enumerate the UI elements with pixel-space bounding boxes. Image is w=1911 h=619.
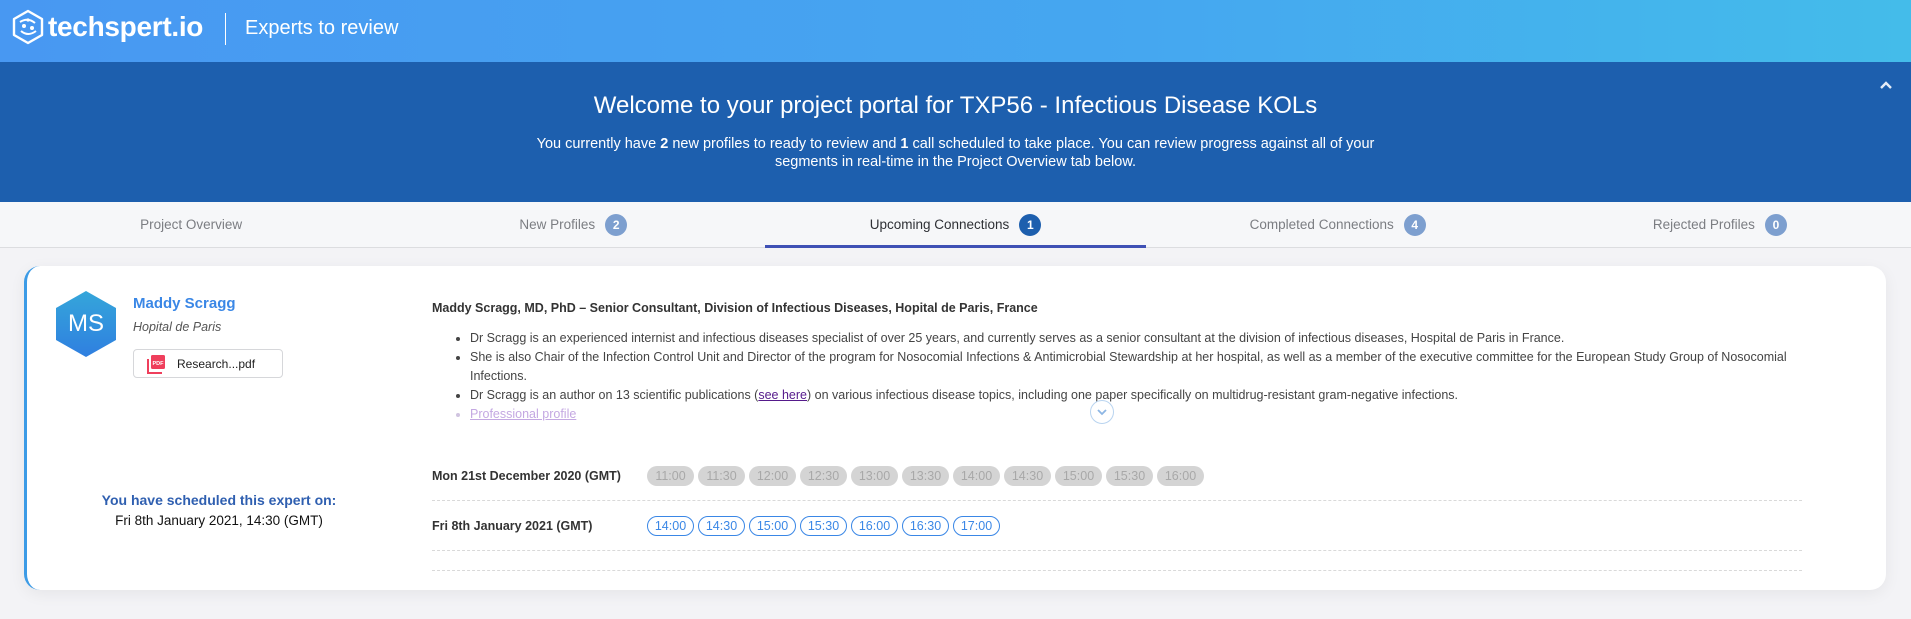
header-divider	[225, 13, 226, 45]
time-slot-1630[interactable]: 16:30	[902, 515, 949, 536]
time-slot-1500: 15:00	[1055, 465, 1102, 486]
availability-row: Mon 21st December 2020 (GMT) 11:00 11:30 1…	[432, 451, 1802, 501]
availability-row: Fri 8th January 2021 (GMT) 14:00 14:30 15:…	[432, 501, 1802, 551]
chevron-down-icon	[1097, 409, 1107, 416]
banner-title: Welcome to your project portal for TXP56…	[593, 92, 1318, 119]
time-slot-1230: 12:30	[800, 465, 847, 486]
brand-name: techspert.io	[48, 11, 204, 42]
bio-title: Maddy Scragg, MD, PhD – Senior Consultan…	[432, 301, 1038, 315]
time-slot-1430: 14:30	[1004, 465, 1051, 486]
tab-upcoming-connections[interactable]: Upcoming Connections 1	[764, 202, 1146, 248]
time-slot-1300: 13:00	[851, 465, 898, 486]
count-badge: 0	[1764, 213, 1787, 236]
pdf-icon: PDF	[147, 354, 165, 374]
bio-list: Dr Scragg is an experienced internist an…	[432, 329, 1802, 424]
bio-bullet: Dr Scragg is an author on 13 scientific …	[470, 386, 1802, 405]
tab-label: Rejected Profiles	[1652, 217, 1755, 232]
time-slot-1530[interactable]: 15:30	[800, 515, 847, 536]
availability-date: Fri 8th January 2021 (GMT)	[432, 518, 593, 533]
tab-label: Completed Connections	[1249, 217, 1394, 232]
bio-bullet: Professional profile	[470, 405, 1802, 424]
time-slot-1530: 15:30	[1106, 465, 1153, 486]
banner-text: You currently have	[536, 136, 661, 152]
expand-bio-button[interactable]	[1090, 400, 1114, 424]
expert-card: MS Maddy Scragg Hopital de Paris PDF Res…	[24, 266, 1886, 590]
time-slot-list: 11:00 11:30 12:00 12:30 13:00 13:30 14:00 14:30…	[647, 465, 1208, 486]
avatar-initials: MS	[68, 310, 104, 337]
time-slot-list: 14:00 14:30 15:00 15:30 16:00 16:30 17:00	[647, 515, 1004, 536]
count-badge: 4	[1403, 213, 1426, 236]
svg-text:PDF: PDF	[153, 361, 165, 367]
welcome-banner: Welcome to your project portal for TXP56…	[0, 62, 1911, 202]
availability-date: Mon 21st December 2020 (GMT)	[432, 468, 621, 483]
bio-bullet: She is also Chair of the Infection Contr…	[470, 348, 1802, 386]
tab-bar: Project Overview New Profiles 2 Upcoming …	[0, 202, 1911, 248]
time-slot-1500[interactable]: 15:00	[749, 515, 796, 536]
brand-logo[interactable]: techspert.io	[11, 9, 203, 45]
banner-text: new profiles to ready to review and	[668, 136, 901, 152]
banner-subtitle: You currently have 2 new profiles to rea…	[526, 135, 1386, 171]
top-bar: techspert.io Experts to review	[0, 0, 1911, 62]
expert-organization: Hopital de Paris	[133, 320, 222, 334]
bio-text: Dr Scragg is an author on 13 scientific …	[470, 388, 759, 402]
techspert-logo-icon	[12, 9, 44, 45]
tab-completed-connections[interactable]: Completed Connections 4	[1147, 202, 1529, 247]
tab-project-overview[interactable]: Project Overview	[0, 202, 382, 247]
tab-rejected-profiles[interactable]: Rejected Profiles 0	[1529, 202, 1911, 247]
professional-profile-link[interactable]: Professional profile	[470, 407, 576, 421]
scheduled-label: You have scheduled this expert on:	[101, 492, 337, 508]
count-badge: 1	[1019, 213, 1042, 236]
time-slot-1130: 11:30	[698, 465, 745, 486]
time-slot-1430[interactable]: 14:30	[698, 515, 745, 536]
availability-divider	[432, 570, 1802, 571]
time-slot-1600: 16:00	[1157, 465, 1204, 486]
scheduled-datetime: Fri 8th January 2021, 14:30 (GMT)	[115, 513, 323, 528]
time-slot-1400[interactable]: 14:00	[647, 515, 694, 536]
new-profiles-count: 2	[660, 136, 669, 152]
count-badge: 2	[605, 213, 628, 236]
tab-new-profiles[interactable]: New Profiles 2	[382, 202, 764, 247]
bio-bullet: Dr Scragg is an experienced internist an…	[470, 329, 1802, 348]
tab-label: Project Overview	[140, 217, 243, 232]
time-slot-1600[interactable]: 16:00	[851, 515, 898, 536]
tab-label: New Profiles	[519, 217, 596, 232]
attachment-download-button[interactable]: PDF Research...pdf	[133, 349, 283, 378]
expert-bio: Maddy Scragg, MD, PhD – Senior Consultan…	[432, 301, 1802, 424]
chevron-up-icon	[1880, 81, 1892, 89]
time-slot-1700[interactable]: 17:00	[953, 515, 1000, 536]
time-slot-1100: 11:00	[647, 465, 694, 486]
tab-label: Upcoming Connections	[869, 217, 1010, 232]
time-slot-1400: 14:00	[953, 465, 1000, 486]
publications-link[interactable]: see here	[758, 388, 807, 402]
page-title: Experts to review	[245, 17, 399, 39]
attachment-filename: Research...pdf	[177, 356, 256, 371]
time-slot-1200: 12:00	[749, 465, 796, 486]
bio-text: ) on various infectious disease topics, …	[807, 388, 1459, 402]
scheduled-calls-count: 1	[900, 136, 909, 152]
expert-name[interactable]: Maddy Scragg	[133, 295, 236, 312]
time-slot-1330: 13:30	[902, 465, 949, 486]
collapse-banner-button[interactable]	[1876, 76, 1896, 96]
